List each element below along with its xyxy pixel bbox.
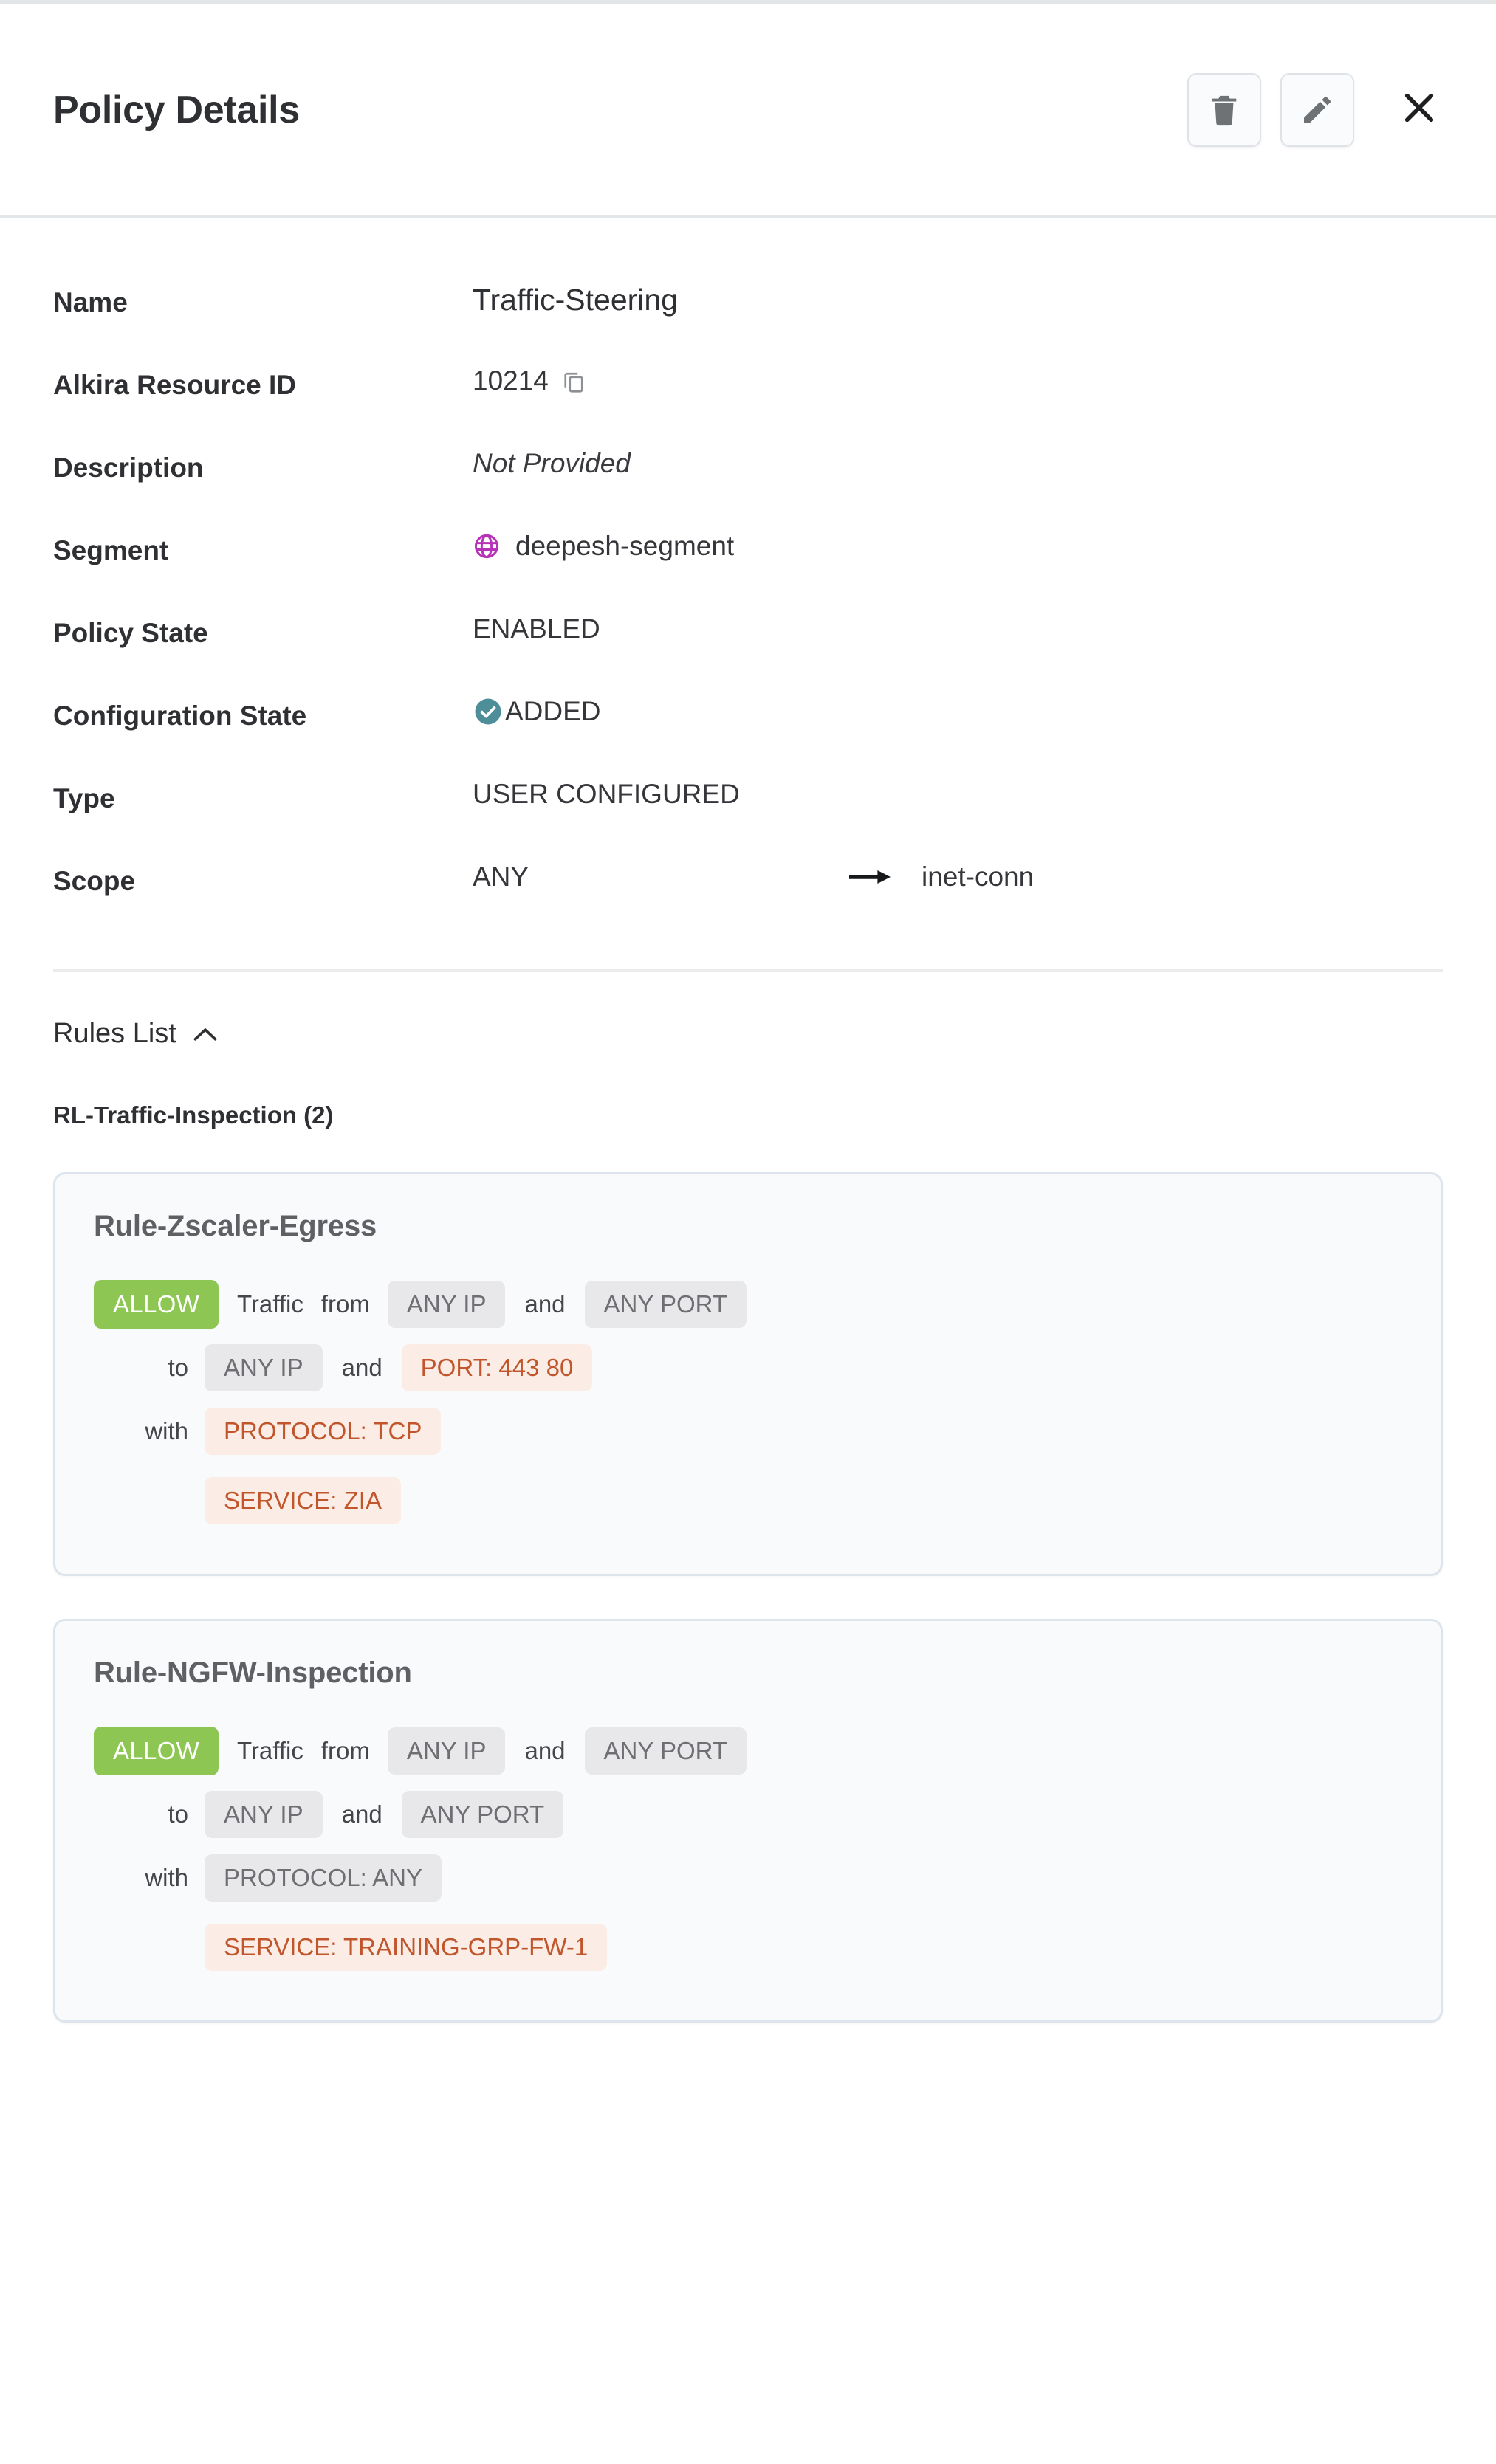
traffic-keyword: Traffic [237,1737,303,1764]
configuration-state-text: ADDED [505,696,601,726]
detail-value-name: Traffic-Steering [473,283,678,317]
rule-line-to: to ANY IP and ANY PORT [94,1783,1402,1846]
source-port-chip: ANY PORT [584,1281,747,1328]
from-keyword: from [320,1290,370,1318]
detail-label: Description [53,452,204,483]
header-actions [1187,72,1455,147]
panel-header: Policy Details [0,4,1496,218]
action-badge: ALLOW [94,1280,219,1329]
policy-details-panel: Policy Details Name Traffic-Steering Alk… [0,0,1496,2464]
with-keyword: with [145,1864,188,1891]
rule-line-from: ALLOW Traffic from ANY IP and ANY PORT [94,1719,1402,1783]
and-keyword: and [524,1737,566,1764]
detail-value-resource-id: 10214 [473,364,587,398]
resource-id-text: 10214 [473,365,549,396]
rule-card[interactable]: Rule-NGFW-Inspection ALLOW Traffic from … [53,1619,1443,2023]
destination-ip-chip: ANY IP [205,1791,323,1838]
detail-label: Segment [53,535,169,565]
and-keyword: and [341,1800,382,1828]
destination-port-chip: PORT: 443 80 [401,1344,593,1391]
with-keyword: with [145,1417,188,1445]
pencil-icon [1300,92,1335,128]
source-ip-chip: ANY IP [387,1727,506,1775]
traffic-keyword: Traffic [237,1290,303,1318]
destination-ip-chip: ANY IP [205,1344,323,1391]
action-badge: ALLOW [94,1727,219,1775]
chevron-up-icon[interactable] [193,1026,218,1042]
rule-name: Rule-Zscaler-Egress [94,1210,377,1242]
rule-lines: ALLOW Traffic from ANY IP and ANY PORT t… [94,1719,1402,1979]
detail-value-description: Not Provided [473,448,631,478]
rule-lines: ALLOW Traffic from ANY IP and ANY PORT t… [94,1273,1402,1532]
segment-name: deepesh-segment [515,531,735,561]
rule-line-service: SERVICE: TRAINING-GRP-FW-1 [94,1916,1402,1979]
check-circle-icon [473,696,504,727]
source-ip-chip: ANY IP [387,1281,506,1328]
detail-value-configuration-state: ADDED [473,695,601,729]
detail-label: Policy State [53,618,208,648]
rule-line-from: ALLOW Traffic from ANY IP and ANY PORT [94,1273,1402,1336]
service-chip: SERVICE: TRAINING-GRP-FW-1 [205,1924,608,1971]
detail-label: Name [53,287,128,317]
detail-row-scope: Scope ANY inet-conn [53,850,1443,932]
delete-button[interactable] [1187,72,1261,147]
detail-row-description: Description Not Provided [53,436,1443,519]
edit-button[interactable] [1280,72,1354,147]
rule-line-with: with PROTOCOL: TCP [94,1400,1402,1463]
detail-row-name: Name Traffic-Steering [53,271,1443,354]
rule-line-to: to ANY IP and PORT: 443 80 [94,1336,1402,1400]
detail-label: Alkira Resource ID [53,370,297,400]
detail-row-configuration-state: Configuration State ADDED [53,684,1443,767]
globe-icon [473,532,501,560]
rule-name: Rule-NGFW-Inspection [94,1656,412,1689]
detail-value-scope: ANY inet-conn [473,860,1034,894]
rules-list-section: Rules List RL-Traffic-Inspection (2) Rul… [0,972,1496,2023]
action-badge-slot: ALLOW [94,1280,219,1329]
rules-list-toggle[interactable]: Rules List [53,972,1443,1050]
close-button[interactable] [1384,75,1455,145]
close-icon [1399,87,1440,132]
page-title: Policy Details [53,88,300,131]
from-keyword: from [320,1737,370,1764]
detail-value-type: USER CONFIGURED [473,779,740,809]
to-keyword: to [168,1354,188,1381]
service-chip: SERVICE: ZIA [205,1477,401,1524]
rule-line-service: SERVICE: ZIA [94,1469,1402,1532]
arrow-right-icon [849,866,891,888]
scope-source: ANY [473,861,529,892]
details-list: Name Traffic-Steering Alkira Resource ID… [0,218,1496,932]
destination-port-chip: ANY PORT [401,1791,564,1838]
detail-row-type: Type USER CONFIGURED [53,767,1443,850]
to-keyword: to [168,1800,188,1828]
rule-line-with: with PROTOCOL: ANY [94,1846,1402,1910]
trash-icon [1207,91,1241,129]
scope-target: inet-conn [922,861,1034,892]
and-keyword: and [341,1354,382,1381]
source-port-chip: ANY PORT [584,1727,747,1775]
rules-group-label: RL-Traffic-Inspection (2) [53,1101,334,1129]
protocol-chip: PROTOCOL: TCP [205,1408,442,1455]
and-keyword: and [524,1290,566,1318]
detail-row-segment: Segment deepesh-segment [53,519,1443,602]
action-badge-slot: ALLOW [94,1727,219,1775]
rule-card[interactable]: Rule-Zscaler-Egress ALLOW Traffic from A… [53,1172,1443,1576]
detail-label: Scope [53,866,136,896]
detail-label: Configuration State [53,701,307,731]
detail-row-resource-id: Alkira Resource ID 10214 [53,354,1443,436]
copy-icon[interactable] [560,368,587,394]
detail-value-policy-state: ENABLED [473,613,600,644]
detail-label: Type [53,783,115,813]
protocol-chip: PROTOCOL: ANY [205,1854,442,1902]
detail-value-segment: deepesh-segment [473,529,734,563]
detail-row-policy-state: Policy State ENABLED [53,602,1443,684]
rules-list-label: Rules List [53,1018,176,1049]
